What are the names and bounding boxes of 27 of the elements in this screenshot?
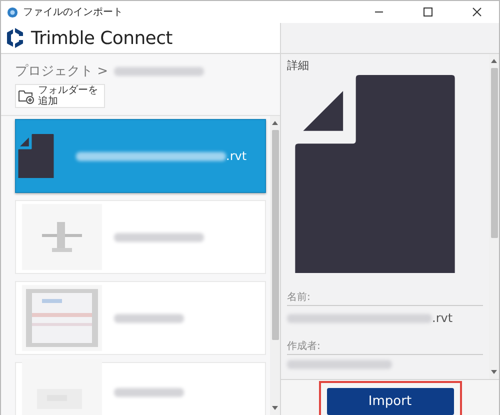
scroll-up-icon — [272, 120, 278, 126]
field-label: 名前: — [287, 290, 483, 306]
close-icon — [471, 6, 483, 18]
maximize-icon — [422, 6, 434, 18]
scroll-up-icon — [491, 58, 497, 64]
document-icon — [18, 134, 54, 178]
scrollbar[interactable] — [270, 116, 280, 415]
scroll-down-icon — [272, 405, 278, 411]
file-item[interactable] — [15, 281, 266, 355]
folder-add-icon — [18, 88, 36, 104]
document-preview-icon — [295, 75, 455, 273]
logo-icon — [5, 27, 25, 49]
scroll-down-icon — [491, 369, 497, 375]
import-button[interactable]: Import — [326, 388, 454, 415]
app-icon — [7, 6, 18, 18]
breadcrumb-link[interactable]: プロジェクト > — [15, 62, 108, 80]
window-title: ファイルのインポート — [23, 6, 123, 19]
redacted-text — [114, 314, 184, 322]
file-name: .rvt — [76, 149, 247, 163]
redacted-text — [114, 388, 184, 396]
details-heading: 詳細 — [287, 58, 310, 73]
field-label: 作成者: — [287, 339, 483, 355]
logo-text: Trimble Connect — [31, 28, 172, 48]
add-folder-button[interactable]: フォルダーを追加 — [15, 84, 105, 108]
file-item[interactable] — [15, 362, 266, 415]
field-value: .rvt — [287, 311, 489, 325]
file-item[interactable] — [15, 200, 266, 274]
